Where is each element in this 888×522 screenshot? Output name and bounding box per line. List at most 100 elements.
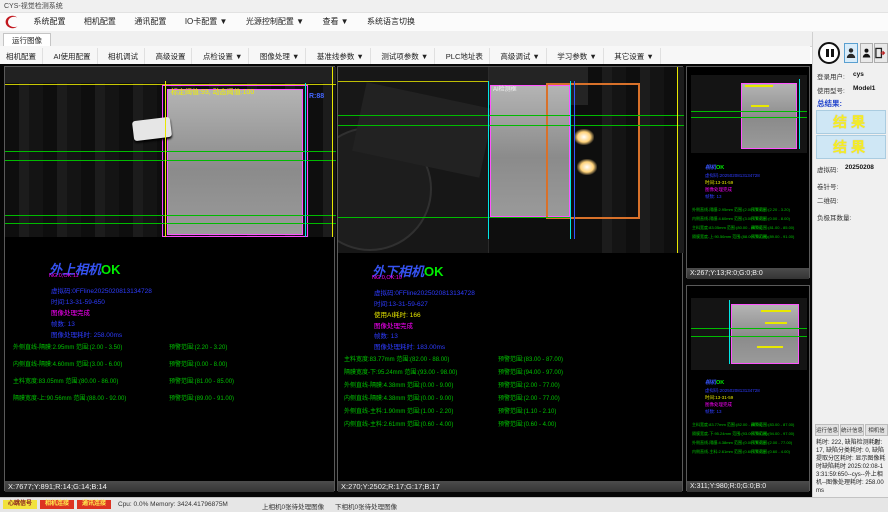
camera-view-left[interactable]: 标定阈值:93, 动态阈值:100 R:88 外上相机OK NG:0,OK:11… — [4, 66, 335, 491]
toolbar-advanced-debug[interactable]: 高级调试 ▼ — [494, 48, 547, 65]
exit-button[interactable] — [874, 43, 888, 63]
baseline-green-4 — [5, 223, 336, 224]
menu-item-language-switch[interactable]: 系统语言切换 — [360, 13, 422, 31]
proc-time-line: 图像处理耗时: 258.00ms — [51, 329, 122, 339]
frames-line: 帧数: 13 — [705, 194, 722, 200]
time-line: 时间:13-31-59-627 — [374, 298, 428, 308]
measurement-warn: 预警范围:(89.00 - 91.00) — [169, 393, 234, 402]
barcode-line: 虚拟码:0FFline2025020813134728 — [374, 287, 475, 297]
tab-statistics-info[interactable]: 统计信息 — [840, 424, 864, 436]
done-line: 图像处理完成 — [705, 187, 732, 193]
tab-count-label: 负极耳数量: — [817, 212, 851, 222]
cpu-memory-text: Cpu: 0.0% Memory: 3424.41796875M — [118, 501, 228, 508]
menu-item-system-config[interactable]: 系统配置 — [26, 13, 72, 31]
edge-line-cyan — [729, 300, 730, 364]
baseline-green-2 — [338, 125, 684, 126]
toolbar-spot-check[interactable]: 点检设置 ▼ — [197, 48, 250, 65]
measurement-row: 内侧直线-隔膜:4.38mm 范围:(0.00 - 9.00) 预警范围:(2.… — [338, 393, 682, 403]
measurement-warn: 预警范围:(0.60 - 4.00) — [751, 449, 790, 455]
camera-small-top-image[interactable] — [691, 75, 807, 153]
material-sheet-region — [741, 83, 797, 149]
camera-small-bottom-name: 相机OK — [705, 378, 724, 386]
app-window: CYS-视觉检测系统 系统配置 相机配置 通讯配置 IO卡配置 ▼ 光源控制配置… — [0, 0, 888, 522]
done-line: 图像处理完成 — [705, 402, 732, 408]
camera-small-bottom-image[interactable] — [691, 298, 807, 370]
edge-line-yellow-left — [165, 81, 166, 237]
result-box-2: 结果 — [816, 135, 886, 159]
ai-time-line: 使用AI耗时: 166 — [374, 309, 421, 319]
camera-left-counter: NG:0,OK:11 — [49, 273, 79, 279]
barcode-line: 虚拟码:0FFline2025020813134728 — [51, 285, 152, 295]
measurement-warn: 预警范围:(81.00 - 85.00) — [751, 225, 794, 231]
barcode-line: 虚拟码:2025020813134728 — [705, 173, 760, 179]
measurement-warn: 预警范围:(94.00 - 97.00) — [751, 431, 794, 437]
toolbar-baseline-params[interactable]: 基准线参数 ▼ — [311, 48, 371, 65]
baseline-green-1 — [5, 151, 336, 152]
measurement-warn: 预警范围:(0.00 - 8.00) — [751, 216, 790, 222]
measurement-warn: 预警范围:(0.00 - 8.00) — [169, 359, 227, 368]
measurement-row: 隔膜宽度-上:90.56mm 范围:(88.00 - 92.00) 预警范围:(… — [5, 393, 334, 403]
time-line: 时间:13-31-59 — [705, 180, 733, 186]
toolbar-plc-address[interactable]: PLC地址表 — [440, 48, 490, 65]
camera-name-text: 相机 — [705, 165, 716, 171]
measurement-value: 隔膜宽度-上:90.56mm 范围:(88.00 - 92.00) — [13, 393, 126, 402]
baseline-green-2 — [691, 336, 807, 337]
login-user-value: cys — [853, 71, 864, 78]
camera-view-small-top[interactable]: 相机OK 虚拟码:2025020813134728 时间:13-31-59 图像… — [686, 66, 810, 278]
lower-camera-queue-text: 下相机0张待处理图像 — [335, 501, 397, 511]
menu-item-camera-config[interactable]: 相机配置 — [77, 13, 123, 31]
baseline-green-2 — [5, 160, 336, 161]
yellow-hline — [338, 81, 488, 82]
measurement-value: 主料宽度:83.77mm 范围:(82.00 - 88.00) — [344, 354, 449, 363]
pause-icon — [826, 49, 829, 57]
baseline-green-1 — [338, 115, 684, 116]
menu-bar: 系统配置 相机配置 通讯配置 IO卡配置 ▼ 光源控制配置 ▼ 查看 ▼ 系统语… — [0, 13, 888, 32]
measurement-warn: 预警范围:(83.00 - 87.00) — [498, 354, 563, 363]
measurement-row: 主料宽度:83.77mm 范围:(82.00 - 88.00) 预警范围:(83… — [338, 354, 682, 364]
total-result-label: 总结果: — [817, 98, 842, 109]
camera-view-center[interactable]: AI检测框 外下相机OK NG:0,OK:10 虚拟码:0FFline20250… — [337, 66, 683, 491]
toolbar-ai-config[interactable]: AI使用配置 — [47, 48, 97, 65]
menu-item-comm-config[interactable]: 通讯配置 — [127, 13, 173, 31]
toolbar-learn-params[interactable]: 学习参数 ▼ — [551, 48, 604, 65]
camera-left-image[interactable]: 标定阈值:93, 动态阈值:100 R:88 — [5, 67, 336, 237]
user-login-button[interactable] — [844, 43, 858, 63]
tab-run-image[interactable]: 运行图像 — [3, 33, 51, 47]
tiny-yellow-label — [745, 85, 773, 87]
toolbar-advanced-settings[interactable]: 高级设置 — [149, 48, 192, 65]
menu-item-view[interactable]: 查看 ▼ — [315, 13, 355, 31]
needle-no-label: 卷针号: — [817, 181, 838, 191]
baseline-green-1 — [691, 111, 807, 112]
camera-view-small-bottom[interactable]: 相机OK 虚拟码:2025020813134728 时间:13-31-59 图像… — [686, 285, 810, 491]
camera-left-coords: X:7677;Y:891;R:14;G:14;B:14 — [5, 481, 334, 492]
camera-center-image[interactable]: AI检测框 — [338, 67, 684, 253]
menu-item-light-config[interactable]: 光源控制配置 ▼ — [239, 13, 311, 31]
done-line: 图像处理完成 — [51, 307, 90, 317]
measurement-warn: 预警范围:(2.20 - 3.20) — [751, 207, 790, 213]
heartbeat-status-badge: 心跳信号 — [3, 500, 37, 509]
toolbar-other-settings[interactable]: 其它设置 ▼ — [608, 48, 661, 65]
tab-run-info[interactable]: 运行信息 — [815, 424, 839, 436]
toolbar-camera-debug[interactable]: 相机调试 — [102, 48, 145, 65]
measurement-row: 主料宽度:83.05mm 范围:(80.00 - 86.00) 预警范围:(81… — [5, 376, 334, 386]
user-manage-button[interactable] — [860, 43, 873, 63]
right-side-panel: 登录用户: cys 使用型号: Model1 总结果: 结果 结果 虚拟码: 2… — [812, 32, 888, 497]
toolbar-camera-config[interactable]: 相机配置 — [0, 48, 43, 65]
camera-name-text: 相机 — [705, 380, 716, 386]
pause-button[interactable] — [818, 42, 840, 64]
measurement-row: 外侧直线-隔膜:4.38mm 范围:(0.00 - 9.00) 预警范围:(2.… — [338, 380, 682, 390]
camera-connection-badge: 相机连接 — [40, 500, 74, 509]
toolbar-test-params[interactable]: 测试项参数 ▼ — [375, 48, 435, 65]
proc-time-line: 图像处理耗时: 183.00ms — [374, 341, 445, 351]
edge-line-blue — [574, 81, 575, 239]
run-log-text: 耗时: 222, 缺陷检测耗时: 17, 缺陷分类耗时: 0, 缺陷提取分区耗时… — [816, 439, 886, 495]
measurement-warn: 预警范围:(81.00 - 85.00) — [169, 376, 234, 385]
measurement-row: 内侧直线-主料:2.61mm 范围:(0.60 - 4.00) 预警范围:(0.… — [338, 419, 682, 429]
measurement-value: 内侧直线-隔膜:4.38mm 范围:(0.00 - 9.00) — [344, 393, 453, 402]
toolbar-image-processing[interactable]: 图像处理 ▼ — [254, 48, 307, 65]
edge-line-cyan-left — [488, 81, 489, 239]
measurement-warn: 预警范围:(0.60 - 4.00) — [498, 419, 556, 428]
measurement-row: 隔膜宽度-下:95.24mm 范围:(93.00 - 98.00) 预警范围:(… — [338, 367, 682, 377]
menu-item-io-config[interactable]: IO卡配置 ▼ — [178, 13, 235, 31]
tab-camera-info[interactable]: 相机信息 — [865, 424, 888, 436]
